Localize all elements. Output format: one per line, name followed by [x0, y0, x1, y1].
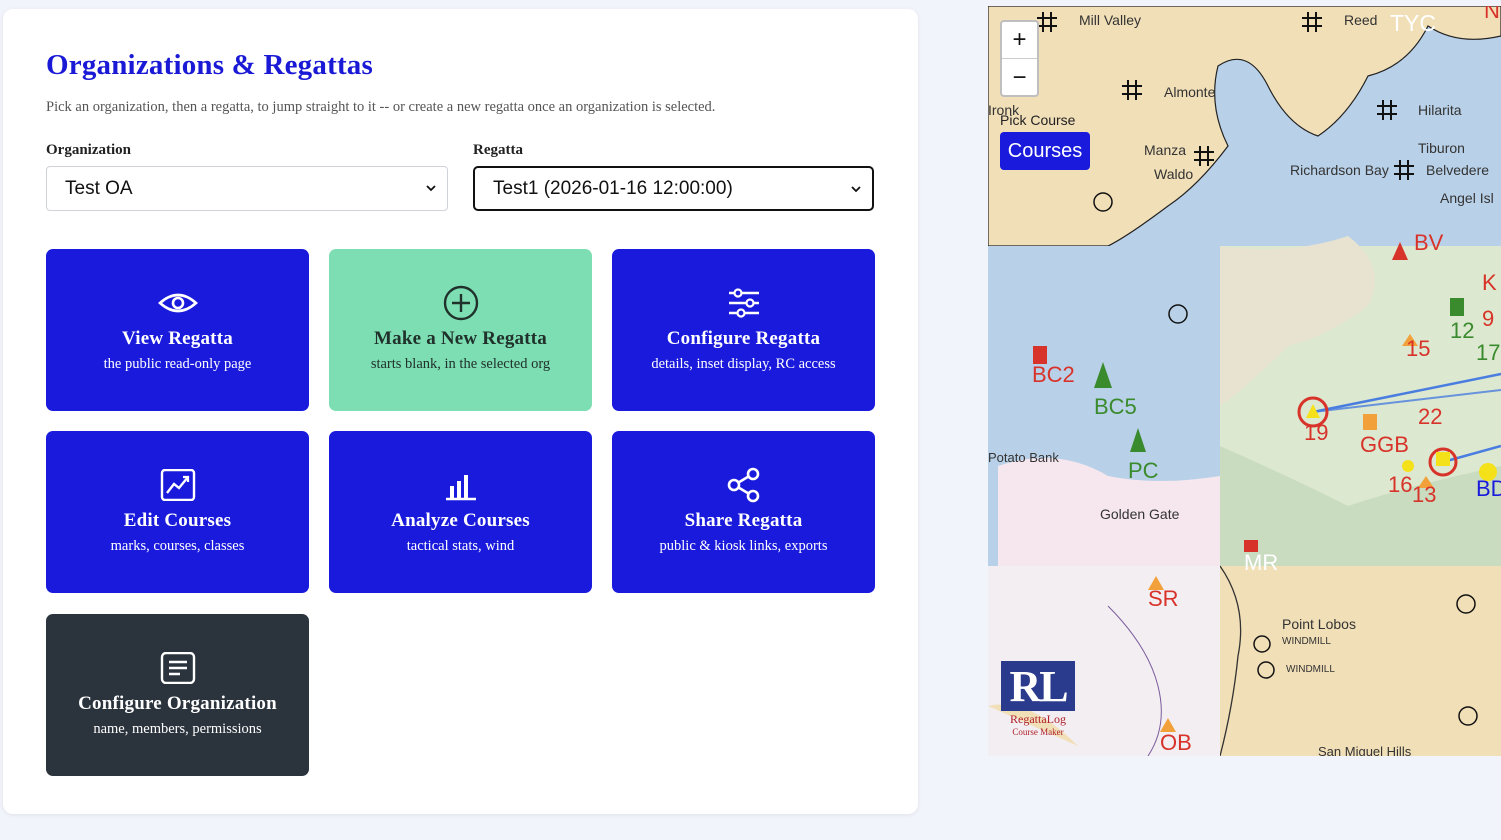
place-label: Hilarita [1418, 102, 1462, 118]
regattalog-logo: RL RegattaLog Course Maker [1000, 661, 1076, 739]
page-subtitle: Pick an organization, then a regatta, to… [46, 99, 716, 115]
mark-label: 15 [1406, 336, 1431, 361]
mark-label: BD [1476, 476, 1501, 501]
place-label: Mill Valley [1079, 12, 1141, 28]
view-regatta-tile[interactable]: View Regatta the public read-only page [46, 249, 309, 411]
configure-organization-tile[interactable]: Configure Organization name, members, pe… [46, 614, 309, 776]
mark-label: 17 [1476, 340, 1501, 365]
chevron-down-icon [426, 185, 436, 192]
course-map[interactable]: Mill Valley Reed Almonte Hilarita Tiburo… [988, 6, 1501, 756]
mark-label: 12 [1450, 318, 1475, 343]
mark-label: 13 [1412, 482, 1437, 507]
place-label: Angel Isl [1440, 190, 1494, 206]
share-icon [724, 467, 764, 503]
place-label: WINDMILL [1282, 636, 1331, 647]
place-label: Tiburon [1418, 140, 1465, 156]
place-label: Richardson Bay [1290, 162, 1389, 178]
tile-title: Analyze Courses [391, 510, 530, 531]
configure-regatta-tile[interactable]: Configure Regatta details, inset display… [612, 249, 875, 411]
tile-title: Share Regatta [684, 510, 803, 531]
mark-label: PC [1128, 458, 1159, 483]
mark-label: 19 [1304, 420, 1329, 445]
chart-line-icon [158, 467, 198, 503]
share-regatta-tile[interactable]: Share Regatta public & kiosk links, expo… [612, 431, 875, 593]
regatta-panel: Organizations & Regattas Pick an organiz… [3, 9, 918, 814]
tile-title: Make a New Regatta [374, 328, 547, 349]
logo-mark: RL [1001, 661, 1075, 711]
regatta-select-value: Test1 (2026-01-16 12:00:00) [493, 177, 733, 199]
zoom-in-button[interactable]: + [1002, 22, 1037, 59]
mark-label: BC2 [1032, 362, 1075, 387]
make-new-regatta-tile[interactable]: Make a New Regatta starts blank, in the … [329, 249, 592, 411]
mark-label: GGB [1360, 432, 1409, 457]
tile-description: the public read-only page [103, 356, 252, 372]
mark-label: 22 [1418, 404, 1443, 429]
tile-description: public & kiosk links, exports [659, 538, 828, 554]
logo-name: RegattaLog [1010, 712, 1066, 726]
place-label: Golden Gate [1100, 506, 1180, 522]
mark-label: SR [1148, 586, 1179, 611]
mark-label: TYC [1390, 10, 1436, 36]
map-zoom-control: + − [1000, 20, 1039, 97]
courses-button[interactable]: Courses [1000, 132, 1090, 170]
logo-subtitle: Course Maker [1012, 727, 1064, 737]
tile-title: Configure Organization [78, 693, 277, 714]
tile-title: View Regatta [122, 328, 233, 349]
mark-label: MR [1244, 550, 1279, 575]
pick-course-label: Pick Course [1000, 112, 1076, 128]
tile-description: marks, courses, classes [110, 538, 245, 554]
place-label: Almonte [1164, 84, 1216, 100]
analyze-courses-tile[interactable]: Analyze Courses tactical stats, wind [329, 431, 592, 593]
organization-select-value: Test OA [65, 177, 133, 199]
plus-circle-icon [441, 285, 481, 321]
regatta-select[interactable]: Test1 (2026-01-16 12:00:00) [473, 166, 874, 211]
place-label: Point Lobos [1282, 616, 1356, 632]
zoom-out-button[interactable]: − [1002, 59, 1037, 96]
page-title: Organizations & Regattas [46, 49, 373, 81]
place-label: WINDMILL [1286, 664, 1335, 675]
regatta-label: Regatta [473, 142, 523, 158]
place-label: Waldo [1154, 166, 1194, 182]
tile-description: name, members, permissions [93, 721, 262, 737]
place-label: Belvedere [1426, 162, 1490, 178]
chevron-down-icon [851, 186, 861, 193]
place-label: Potato Bank [988, 450, 1059, 465]
organization-select[interactable]: Test OA [46, 166, 448, 211]
mark-label: NR [1484, 6, 1501, 23]
bar-chart-icon [441, 467, 481, 503]
place-label: San Miguel Hills [1318, 744, 1412, 756]
mark-label: BC5 [1094, 394, 1137, 419]
edit-courses-tile[interactable]: Edit Courses marks, courses, classes [46, 431, 309, 593]
organization-label: Organization [46, 142, 131, 158]
mark-label: 9 [1482, 306, 1495, 331]
eye-icon [157, 285, 198, 321]
mark-label: BV [1414, 230, 1444, 255]
mark-label: 16 [1388, 472, 1413, 497]
place-label: Reed [1344, 12, 1378, 28]
place-label: Manza [1144, 142, 1187, 158]
tile-description: tactical stats, wind [406, 538, 515, 554]
tile-title: Configure Regatta [666, 328, 821, 349]
tile-description: details, inset display, RC access [651, 356, 836, 372]
tile-description: starts blank, in the selected org [370, 356, 551, 372]
mark-label: OB [1160, 730, 1192, 755]
document-icon [158, 650, 198, 686]
tile-title: Edit Courses [123, 510, 232, 531]
sliders-icon [724, 285, 764, 321]
mark-label: K [1482, 270, 1497, 295]
